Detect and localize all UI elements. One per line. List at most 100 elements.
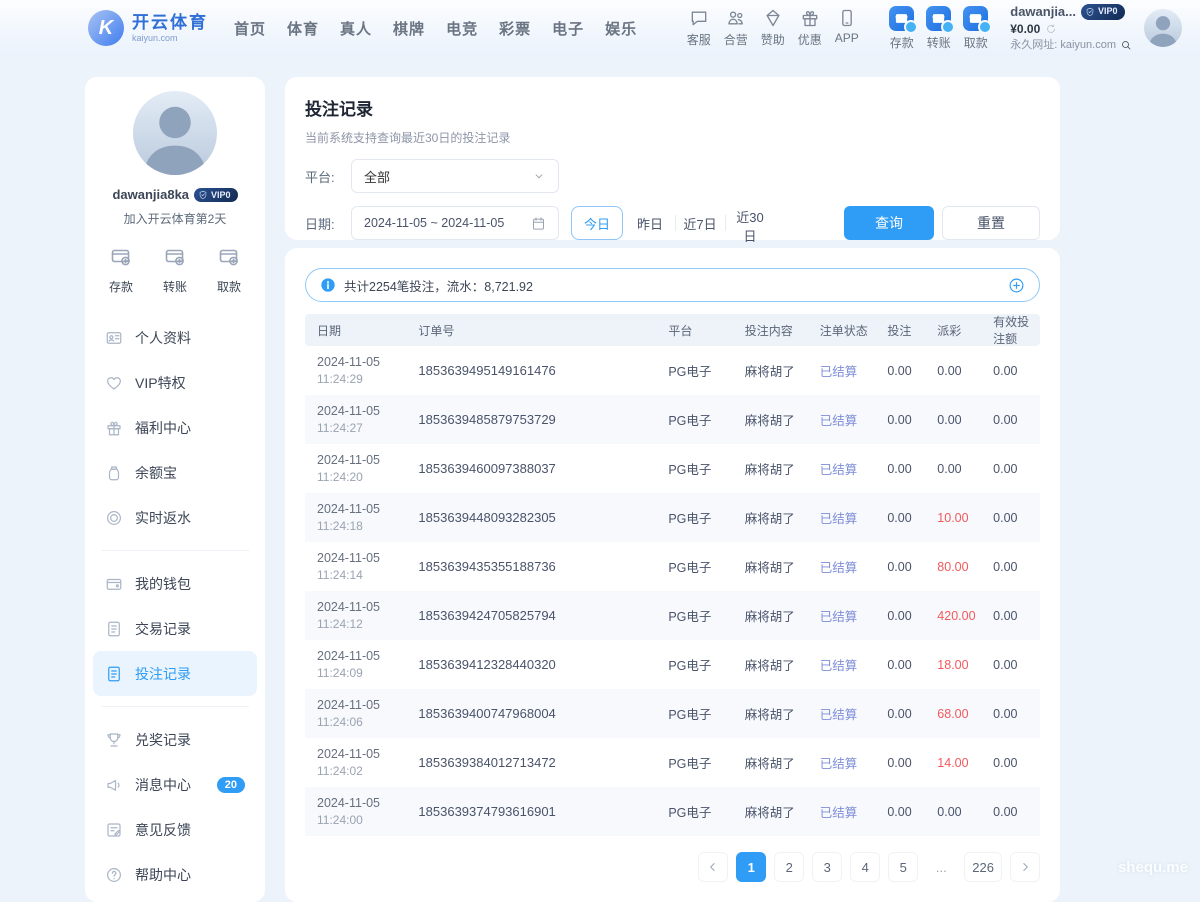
page-button-226[interactable]: 226 — [964, 852, 1002, 882]
header-avatar[interactable] — [1144, 9, 1182, 47]
sidebar-item-id-card[interactable]: 个人资料 — [93, 315, 257, 360]
platform-select[interactable]: 全部 — [351, 159, 559, 193]
nav-item-棋牌[interactable]: 棋牌 — [393, 18, 425, 39]
refresh-icon[interactable] — [1045, 23, 1057, 35]
cell-valid-amount: 0.00 — [981, 511, 1040, 525]
help-icon — [105, 866, 123, 884]
quick-action-withdraw[interactable]: 取款 — [217, 245, 241, 295]
bets-table: 日期订单号平台投注内容注单状态投注派彩有效投注额 2024-11-0511:24… — [305, 314, 1040, 836]
sidebar-item-message[interactable]: 消息中心20 — [93, 762, 257, 807]
sidebar-item-help[interactable]: 帮助中心 — [93, 852, 257, 897]
quick-range-group: 今日昨日近7日近30日 — [559, 206, 775, 240]
date-range-input[interactable]: 2024-11-05 ~ 2024-11-05 — [351, 206, 559, 240]
page-prev-button[interactable] — [698, 852, 728, 882]
quick-action-deposit[interactable]: 存款 — [109, 245, 133, 295]
brand-logo[interactable]: K 开云体育 kaiyun.com — [88, 10, 208, 46]
header-right: 客服合营赞助优惠APP 存款转账取款 dawanjia... VIP0 ¥0.0… — [680, 4, 1182, 53]
quick-action-transfer[interactable]: 转账 — [163, 245, 187, 295]
cell-order: 1853639435355188736 — [406, 559, 656, 574]
sidebar-item-yuebao[interactable]: 余额宝 — [93, 450, 257, 495]
cell-status: 已结算 — [808, 410, 876, 429]
column-header: 日期 — [305, 322, 406, 339]
header-quick-chat[interactable]: 客服 — [680, 8, 717, 48]
expand-plus-icon[interactable] — [1008, 277, 1025, 294]
page-button-1[interactable]: 1 — [736, 852, 766, 882]
username: dawanjia... — [1010, 4, 1076, 21]
cell-payout: 0.00 — [925, 462, 981, 476]
header-wallet-transfer-card[interactable]: 转账 — [920, 6, 957, 51]
id-card-icon — [105, 329, 123, 347]
header-quick-people[interactable]: 合营 — [717, 8, 754, 48]
query-button[interactable]: 查询 — [844, 206, 934, 240]
search-icon[interactable] — [1120, 39, 1132, 51]
prize-icon — [105, 731, 123, 749]
sidebar-item-vip[interactable]: VIP特权 — [93, 360, 257, 405]
nav-item-真人[interactable]: 真人 — [340, 18, 372, 39]
cell-valid-amount: 0.00 — [981, 609, 1040, 623]
cell-payout: 0.00 — [925, 805, 981, 819]
range-button-近7日[interactable]: 近7日 — [675, 206, 725, 240]
sidebar-item-feedback[interactable]: 意见反馈 — [93, 807, 257, 852]
transfer-icon — [163, 245, 187, 272]
nav-item-电竞[interactable]: 电竞 — [446, 18, 478, 39]
header-quick-phone[interactable]: APP — [828, 8, 865, 48]
page-button-4[interactable]: 4 — [850, 852, 880, 882]
header-wallet-deposit-card[interactable]: 存款 — [883, 6, 920, 51]
table-row: 2024-11-0511:24:181853639448093282305PG电… — [305, 493, 1040, 542]
sidebar-item-label: 个人资料 — [135, 328, 191, 348]
range-button-近30日[interactable]: 近30日 — [725, 206, 775, 240]
chat-icon — [689, 8, 709, 28]
sidebar-item-prize[interactable]: 兑奖记录 — [93, 717, 257, 762]
header-quick-gift[interactable]: 优惠 — [791, 8, 828, 48]
sidebar-item-label: 交易记录 — [135, 619, 191, 639]
cell-order: 1853639384012713472 — [406, 755, 656, 770]
profile-avatar[interactable] — [133, 91, 217, 175]
page-button-5[interactable]: 5 — [888, 852, 918, 882]
header-quick-diamond[interactable]: 赞助 — [754, 8, 791, 48]
sidebar-item-label: 兑奖记录 — [135, 730, 191, 750]
page-subtitle: 当前系统支持查询最近30日的投注记录 — [305, 129, 1040, 146]
platform-select-value: 全部 — [364, 167, 390, 186]
table-header-row: 日期订单号平台投注内容注单状态投注派彩有效投注额 — [305, 314, 1040, 346]
page-next-button[interactable] — [1010, 852, 1040, 882]
platform-label: 平台: — [305, 167, 351, 186]
column-header: 订单号 — [406, 322, 656, 339]
page-button-2[interactable]: 2 — [774, 852, 804, 882]
range-button-昨日[interactable]: 昨日 — [625, 206, 675, 240]
unread-count-badge: 20 — [217, 777, 245, 793]
top-header: K 开云体育 kaiyun.com 首页体育真人棋牌电竞彩票电子娱乐 客服合营赞… — [0, 0, 1200, 56]
column-header: 投注内容 — [733, 322, 808, 339]
nav-item-体育[interactable]: 体育 — [287, 18, 319, 39]
sidebar-item-bets[interactable]: 投注记录 — [93, 651, 257, 696]
cell-bet-amount: 0.00 — [875, 364, 925, 378]
cell-bet-content: 麻将胡了 — [733, 606, 808, 625]
sidebar-item-rebate[interactable]: 实时返水 — [93, 495, 257, 540]
column-header: 平台 — [656, 322, 732, 339]
range-button-今日[interactable]: 今日 — [571, 206, 623, 240]
sidebar-item-welfare[interactable]: 福利中心 — [93, 405, 257, 450]
cell-status: 已结算 — [808, 655, 876, 674]
brand-name: 开云体育 — [132, 14, 208, 31]
sidebar-item-wallet[interactable]: 我的钱包 — [93, 561, 257, 606]
cell-order: 1853639400747968004 — [406, 706, 656, 721]
page-button-3[interactable]: 3 — [812, 852, 842, 882]
cell-platform: PG电子 — [656, 655, 732, 674]
deposit-card-icon — [889, 6, 914, 31]
cell-date: 2024-11-0511:24:27 — [305, 404, 406, 435]
cell-platform: PG电子 — [656, 753, 732, 772]
user-info: dawanjia... VIP0 ¥0.00 永久网址: kaiyun.com — [1010, 4, 1132, 53]
nav-item-彩票[interactable]: 彩票 — [499, 18, 531, 39]
cell-valid-amount: 0.00 — [981, 707, 1040, 721]
cell-platform: PG电子 — [656, 557, 732, 576]
header-wallet-group: 存款转账取款 — [883, 6, 994, 51]
sidebar: dawanjia8ka VIP0 加入开云体育第2天 存款转账取款 个人资料VI… — [85, 77, 265, 902]
reset-button[interactable]: 重置 — [942, 206, 1040, 240]
chevron-down-icon — [532, 169, 546, 183]
cell-date: 2024-11-0511:24:02 — [305, 747, 406, 778]
nav-item-娱乐[interactable]: 娱乐 — [605, 18, 637, 39]
nav-item-电子[interactable]: 电子 — [552, 18, 584, 39]
withdraw-icon — [217, 245, 241, 272]
sidebar-item-transactions[interactable]: 交易记录 — [93, 606, 257, 651]
header-wallet-withdraw-card[interactable]: 取款 — [957, 6, 994, 51]
nav-item-首页[interactable]: 首页 — [234, 18, 266, 39]
